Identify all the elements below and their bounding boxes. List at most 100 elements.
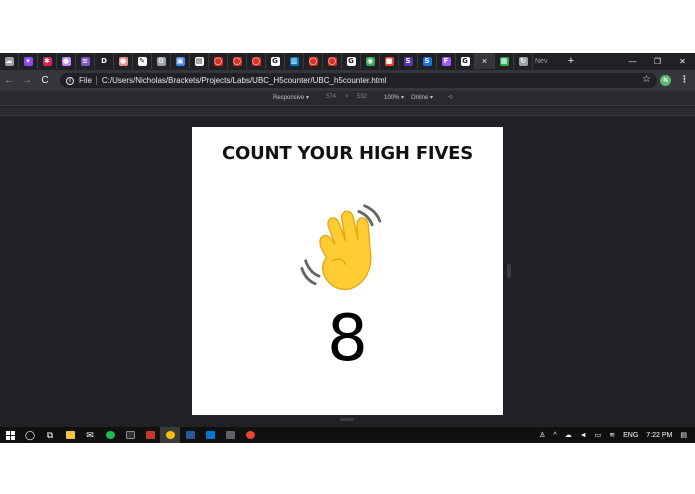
gear-icon: ⚙: [156, 56, 166, 66]
viewport-resize-handle-right[interactable]: [507, 264, 511, 278]
browser-tab[interactable]: ■: [380, 53, 399, 69]
opera-icon: ◯: [213, 56, 223, 66]
cloud-icon: ☁: [4, 56, 14, 66]
close-icon[interactable]: ×: [482, 56, 487, 66]
battery-icon[interactable]: ▭: [595, 431, 602, 439]
screen: ☁ ▾ ✱ ● ≡ D ● ✎ ⚙ ▣ ▤ ◯ ◯ ◯ G ▥ ◯ ◯ G ◉ ■ S S F G × ▦ ↻ Nev + — ❐ ✕ ← →…: [0, 53, 695, 443]
profile-avatar[interactable]: N: [660, 75, 671, 86]
search-icon[interactable]: ◯: [20, 427, 40, 443]
menu-icon[interactable]: ⋮: [680, 74, 689, 85]
height-input[interactable]: 532: [357, 94, 367, 100]
s-icon: S: [422, 56, 432, 66]
browser-tab[interactable]: ↻: [514, 53, 533, 69]
trello-icon: ▥: [289, 56, 299, 66]
file-explorer-icon[interactable]: [60, 427, 80, 443]
language-label[interactable]: ENG: [623, 432, 638, 439]
list-icon: ≡: [80, 56, 90, 66]
new-tab-button[interactable]: +: [563, 53, 579, 69]
browser-tab[interactable]: D: [95, 53, 114, 69]
minimize-button[interactable]: —: [620, 53, 645, 69]
avatar-icon: ●: [118, 56, 128, 66]
opera-icon: ◯: [232, 56, 242, 66]
reload-button[interactable]: C: [36, 70, 54, 91]
square-icon: ■: [384, 56, 394, 66]
browser-tab[interactable]: G: [456, 53, 475, 69]
close-window-button[interactable]: ✕: [670, 53, 695, 69]
clock[interactable]: 7:22 PM: [646, 432, 672, 439]
browser-tab[interactable]: G: [266, 53, 285, 69]
d-icon: D: [99, 56, 109, 66]
address-bar[interactable]: i File C:/Users/Nicholas/Brackets/Projec…: [60, 73, 657, 88]
volume-icon[interactable]: ◄: [580, 432, 587, 439]
restore-button[interactable]: ❐: [645, 53, 670, 69]
vscode-icon[interactable]: [200, 427, 220, 443]
browser-tab[interactable]: ▥: [285, 53, 304, 69]
onedrive-icon[interactable]: ☁: [565, 431, 572, 439]
browser-tab[interactable]: ≡: [76, 53, 95, 69]
zoom-select[interactable]: 100% ▾: [384, 94, 404, 101]
browser-tab[interactable]: ▤: [190, 53, 209, 69]
browser-tab[interactable]: ✎: [133, 53, 152, 69]
system-tray: ♙ ^ ☁ ◄ ▭ ≋ ENG 7:22 PM ▤: [539, 427, 695, 443]
page-viewport: COUNT YOUR HIGH FIVES 8: [192, 127, 503, 415]
word-icon[interactable]: [180, 427, 200, 443]
figma-icon: F: [441, 56, 451, 66]
bookmark-star-icon[interactable]: ☆: [642, 74, 651, 85]
notification-icon[interactable]: ▤: [680, 431, 687, 439]
times-label: ×: [345, 94, 349, 100]
chrome-taskbar-icon-2[interactable]: [240, 427, 260, 443]
device-select[interactable]: Responsive ▾: [273, 94, 309, 101]
browser-tab[interactable]: ☁: [0, 53, 19, 69]
info-icon[interactable]: i: [66, 76, 74, 85]
browser-tab[interactable]: ◯: [304, 53, 323, 69]
page-title: COUNT YOUR HIGH FIVES: [221, 143, 474, 164]
browser-tab[interactable]: ◯: [323, 53, 342, 69]
rotate-icon[interactable]: ⟲: [448, 94, 453, 101]
doc-icon: ▤: [194, 56, 204, 66]
browser-toolbar: ← → C i File C:/Users/Nicholas/Brackets/…: [0, 70, 695, 91]
viewport-resize-handle-bottom[interactable]: [340, 418, 354, 421]
wifi-icon[interactable]: ≋: [609, 431, 615, 439]
truncated-tab-title[interactable]: Nev: [533, 53, 563, 69]
browser-tab[interactable]: ▦: [495, 53, 514, 69]
mail-icon[interactable]: ✉: [80, 427, 100, 443]
browser-tab[interactable]: ◉: [361, 53, 380, 69]
window-controls: — ❐ ✕: [620, 53, 695, 69]
spotify-icon[interactable]: [100, 427, 120, 443]
terminal-icon[interactable]: [120, 427, 140, 443]
browser-tab[interactable]: ●: [114, 53, 133, 69]
window-app-icon[interactable]: [220, 427, 240, 443]
url-text[interactable]: C:/Users/Nicholas/Brackets/Projects/Labs…: [102, 76, 387, 85]
chrome-taskbar-icon[interactable]: [160, 427, 180, 443]
browser-tab[interactable]: G: [342, 53, 361, 69]
browser-tab[interactable]: ◯: [247, 53, 266, 69]
browser-tab[interactable]: ◯: [209, 53, 228, 69]
forward-button[interactable]: →: [18, 70, 36, 91]
network-select[interactable]: Online ▾: [411, 94, 433, 101]
google-icon: G: [460, 56, 470, 66]
chevron-up-icon[interactable]: ^: [553, 432, 556, 439]
refresh-icon: ↻: [518, 56, 528, 66]
browser-tab[interactable]: F: [437, 53, 456, 69]
browser-tab[interactable]: S: [418, 53, 437, 69]
windows-taskbar: ◯ ⧉ ✉ ♙ ^ ☁ ◄ ▭ ≋ ENG 7:22 PM ▤: [0, 427, 695, 443]
opera-icon: ◯: [308, 56, 318, 66]
browser-tab[interactable]: ◯: [228, 53, 247, 69]
browser-tab[interactable]: S: [399, 53, 418, 69]
opera-icon: ◯: [251, 56, 261, 66]
back-button[interactable]: ←: [0, 70, 18, 91]
task-view-icon[interactable]: ⧉: [40, 427, 60, 443]
waving-hand-icon[interactable]: [300, 202, 395, 297]
browser-tab[interactable]: ▾: [19, 53, 38, 69]
browser-tab[interactable]: ✱: [38, 53, 57, 69]
tab-strip: ☁ ▾ ✱ ● ≡ D ● ✎ ⚙ ▣ ▤ ◯ ◯ ◯ G ▥ ◯ ◯ G ◉ ■ S S F G × ▦ ↻ Nev +: [0, 53, 695, 69]
browser-tab[interactable]: ●: [57, 53, 76, 69]
width-input[interactable]: 574: [326, 94, 336, 100]
app-icon[interactable]: [140, 427, 160, 443]
active-tab[interactable]: ×: [475, 53, 495, 69]
people-icon[interactable]: ♙: [539, 431, 545, 439]
windows-start-icon[interactable]: [0, 427, 20, 443]
google-icon: G: [346, 56, 356, 66]
browser-tab[interactable]: ▣: [171, 53, 190, 69]
browser-tab[interactable]: ⚙: [152, 53, 171, 69]
